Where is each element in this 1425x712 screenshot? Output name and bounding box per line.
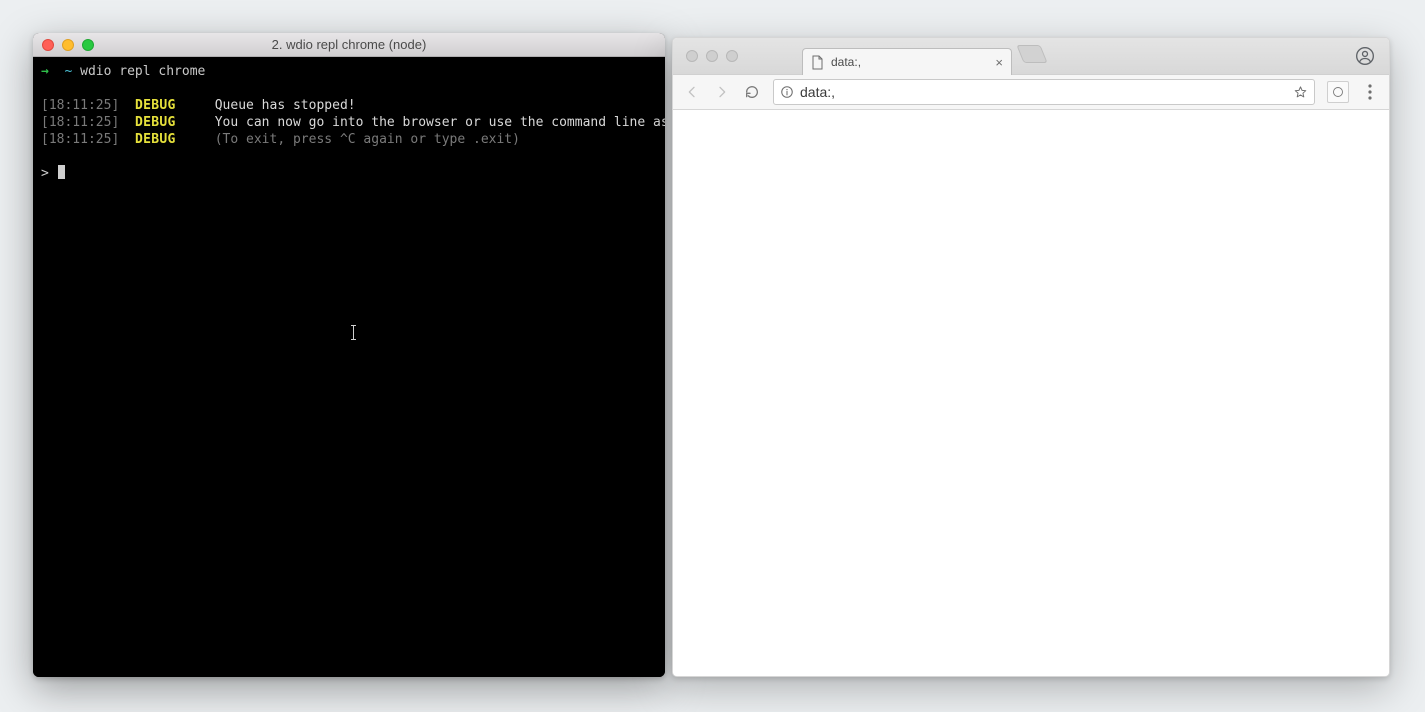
window-close-button[interactable] — [686, 50, 698, 62]
profile-avatar-icon[interactable] — [1353, 44, 1377, 68]
window-zoom-button[interactable] — [82, 39, 94, 51]
page-icon — [811, 55, 824, 70]
back-button[interactable] — [683, 83, 701, 101]
log-timestamp: [18:11:25] — [41, 98, 119, 113]
log-level: DEBUG — [135, 132, 176, 147]
window-zoom-button[interactable] — [726, 50, 738, 62]
extension-button[interactable] — [1327, 81, 1349, 103]
log-message: Queue has stopped! — [215, 98, 356, 113]
site-info-icon[interactable] — [780, 85, 794, 99]
terminal-blank-line — [41, 148, 657, 165]
terminal-log-line: [18:11:25] DEBUG You can now go into the… — [41, 114, 657, 131]
terminal-blank-line — [41, 80, 657, 97]
browser-tabstrip: data:, × — [673, 38, 1389, 74]
window-minimize-button[interactable] — [706, 50, 718, 62]
prompt-arrow-icon: → — [41, 64, 49, 79]
terminal-log-line: [18:11:25] DEBUG (To exit, press ^C agai… — [41, 131, 657, 148]
prompt-cwd: ~ — [64, 64, 72, 79]
browser-viewport[interactable] — [673, 110, 1389, 676]
terminal-window: 2. wdio repl chrome (node) → ~ wdio repl… — [33, 33, 665, 677]
new-tab-button[interactable] — [1016, 45, 1047, 63]
window-minimize-button[interactable] — [62, 39, 74, 51]
browser-toolbar: data:, — [673, 74, 1389, 110]
reload-button[interactable] — [743, 83, 761, 101]
log-message: You can now go into the browser or use t… — [215, 115, 665, 130]
log-level: DEBUG — [135, 115, 176, 130]
window-close-button[interactable] — [42, 39, 54, 51]
terminal-prompt-line: → ~ wdio repl chrome — [41, 63, 657, 80]
log-message: (To exit, press ^C again or type .exit) — [215, 132, 520, 147]
terminal-log-line: [18:11:25] DEBUG Queue has stopped! — [41, 97, 657, 114]
terminal-title: 2. wdio repl chrome (node) — [33, 37, 665, 52]
bookmark-star-icon[interactable] — [1293, 85, 1308, 100]
terminal-cursor — [58, 165, 65, 179]
text-cursor-icon — [353, 325, 354, 340]
browser-menu-icon[interactable] — [1361, 83, 1379, 101]
terminal-body[interactable]: → ~ wdio repl chrome [18:11:25] DEBUG Qu… — [33, 57, 665, 677]
tab-close-icon[interactable]: × — [995, 56, 1003, 69]
terminal-titlebar: 2. wdio repl chrome (node) — [33, 33, 665, 57]
forward-button[interactable] — [713, 83, 731, 101]
prompt-command: wdio repl chrome — [80, 64, 205, 79]
repl-prompt-line[interactable]: > — [41, 165, 657, 182]
tab-title: data:, — [831, 55, 988, 69]
repl-prompt: > — [41, 166, 49, 181]
log-timestamp: [18:11:25] — [41, 132, 119, 147]
address-bar[interactable]: data:, — [773, 79, 1315, 105]
url-text: data:, — [800, 84, 835, 100]
browser-window: data:, × data:, — [672, 37, 1390, 677]
browser-traffic-lights — [686, 50, 738, 62]
browser-tab[interactable]: data:, × — [802, 48, 1012, 75]
traffic-lights — [42, 39, 94, 51]
log-level: DEBUG — [135, 98, 176, 113]
log-timestamp: [18:11:25] — [41, 115, 119, 130]
